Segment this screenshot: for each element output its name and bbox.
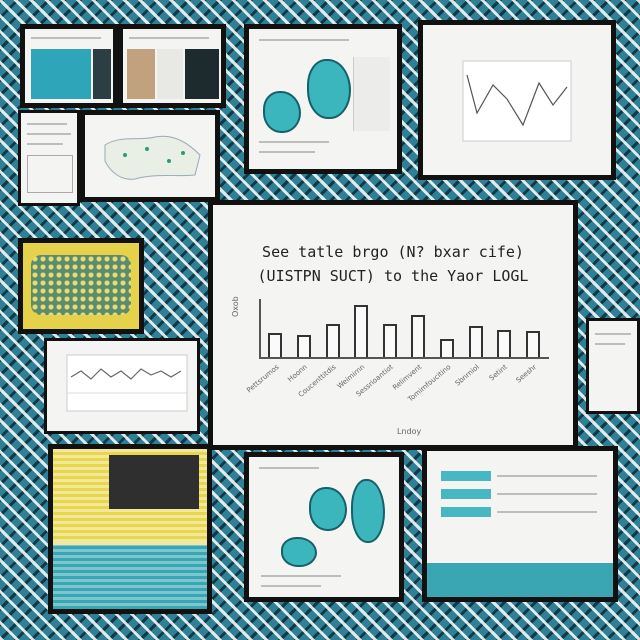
wave-chart-screen	[47, 341, 197, 431]
x-tick-label: Sbnrniol	[453, 363, 481, 388]
main-chart-screen: See tatle brgo (N? bxar cife) (UISTPN SU…	[213, 205, 573, 445]
title-line	[259, 467, 319, 469]
x-axis-label: Lndoy	[397, 427, 422, 436]
bar-6	[439, 338, 454, 357]
x-tick-label: Hoonn	[286, 363, 310, 384]
teal-row	[441, 489, 491, 499]
side-text-block	[353, 57, 390, 131]
bottom-left-window	[48, 444, 212, 614]
bottom-left-screen	[53, 449, 207, 609]
dark-image-panel	[109, 455, 199, 509]
teal-organ-blob	[307, 59, 351, 119]
right-edge-window	[586, 318, 640, 414]
wave-chart-window	[44, 338, 200, 434]
bar-8	[497, 330, 512, 357]
chart-title-line1: See tatle brgo (N? bxar cife)	[262, 243, 524, 261]
line-chart-sketch	[462, 60, 572, 142]
dark-list-panel	[185, 49, 219, 99]
teal-organ-blob	[351, 479, 385, 543]
x-axis	[259, 357, 549, 359]
teal-organ-blob	[281, 537, 317, 567]
anatomy-screen	[249, 29, 397, 169]
bottom-anatomy-window	[244, 452, 404, 602]
top-small-screen	[123, 29, 221, 103]
teal-row	[441, 471, 491, 481]
edge-line	[595, 333, 631, 335]
teal-organ-blob	[263, 91, 301, 133]
bar-1	[296, 334, 311, 357]
caption-line	[259, 151, 315, 153]
dark-side-panel	[93, 49, 111, 99]
line-chart-screen	[423, 25, 611, 175]
bar-7	[468, 326, 483, 357]
map-screen	[85, 115, 215, 197]
doc-line	[27, 133, 71, 135]
wave-sketch	[66, 354, 188, 412]
bar-0	[268, 333, 283, 357]
doc-line	[27, 123, 67, 125]
mosaic-window	[18, 238, 144, 334]
bottom-right-screen	[427, 451, 613, 597]
map-sketch	[104, 135, 201, 180]
bar-4	[382, 323, 397, 357]
x-tick-label: Pettsrumos	[245, 363, 281, 395]
teal-row	[441, 507, 491, 517]
bar-5	[411, 315, 426, 357]
teal-panel	[31, 49, 91, 99]
top-small-window	[118, 24, 226, 108]
mosaic-pattern	[31, 255, 131, 315]
caption-line	[261, 575, 341, 577]
header-line	[129, 37, 209, 39]
x-tick-label: Seeshr	[514, 363, 538, 385]
line-chart-monitor	[418, 20, 616, 180]
main-chart-window: See tatle brgo (N? bxar cife) (UISTPN SU…	[208, 200, 578, 450]
edge-line	[595, 343, 625, 345]
doc-window	[18, 110, 80, 206]
caption-line	[259, 141, 329, 143]
header-line	[31, 37, 101, 39]
title-line	[259, 39, 349, 41]
table-line	[497, 475, 597, 477]
chart-title-line2: (UISTPN SUCT) to the Yaor LOGL	[257, 267, 529, 285]
right-edge-screen	[589, 321, 637, 411]
mosaic-screen	[23, 243, 139, 329]
map-window	[80, 110, 220, 202]
caption-line	[261, 585, 321, 587]
teal-footer-band	[427, 563, 613, 597]
tan-panel	[127, 49, 155, 99]
bar-2	[325, 324, 340, 357]
bottom-anatomy-screen	[249, 457, 399, 597]
teal-stripes	[53, 545, 207, 609]
doc-screen	[21, 113, 77, 203]
bar-9	[525, 331, 540, 357]
doc-panel	[157, 49, 183, 99]
bar-3	[354, 305, 369, 357]
tick-area: Pettsrumos Hoonn Coucenttitdis Weimirnn Sess…	[245, 363, 547, 423]
top-left-window	[20, 24, 118, 108]
y-axis-label: Oxob	[231, 296, 240, 317]
table-line	[497, 511, 597, 513]
bottom-right-window	[422, 446, 618, 602]
bar-area	[261, 299, 547, 357]
x-tick-label: Setint	[488, 363, 510, 383]
teal-organ-blob	[309, 487, 347, 531]
doc-line	[27, 143, 63, 145]
anatomy-window	[244, 24, 402, 174]
table-line	[497, 493, 597, 495]
top-left-screen	[25, 29, 113, 103]
doc-box	[27, 155, 73, 193]
